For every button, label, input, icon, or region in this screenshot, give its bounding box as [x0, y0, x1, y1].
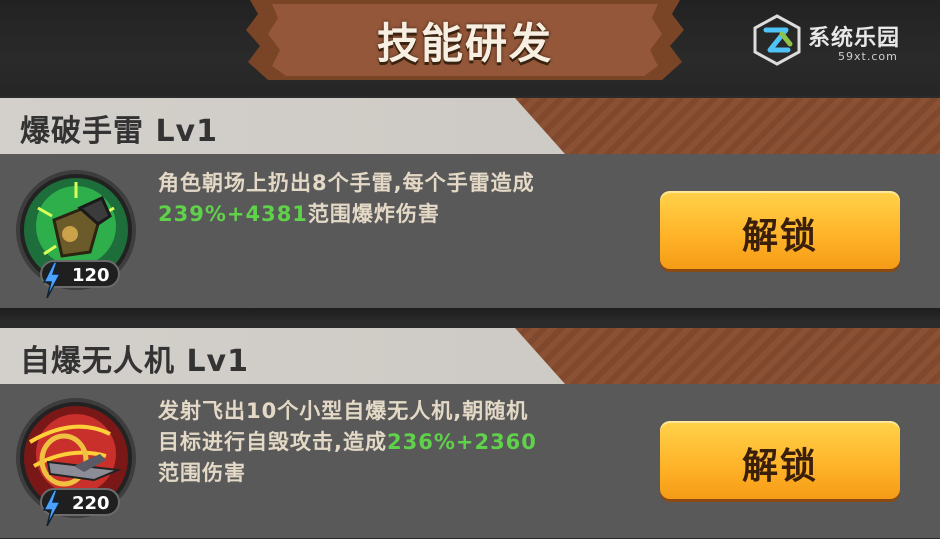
- card-divider: [0, 308, 940, 322]
- unlock-button-label: 解锁: [741, 446, 818, 487]
- damage-value: 236%+2360: [386, 430, 537, 454]
- lightning-bolt-icon: [42, 262, 62, 298]
- energy-cost-badge: 220: [40, 488, 120, 526]
- watermark-logo-icon: [753, 14, 801, 66]
- skill-description: 角色朝场上扔出8个手雷,每个手雷造成 239%+4381范围爆炸伤害: [158, 168, 538, 230]
- energy-cost: 120: [72, 265, 110, 286]
- skill-icon-slot[interactable]: 120: [14, 168, 138, 298]
- skill-card-header: 爆破手雷 Lv1: [0, 98, 940, 154]
- header-stripe: [515, 328, 940, 384]
- desc-text-end: 范围爆炸伤害: [307, 202, 440, 226]
- title-plate: 技能研发: [232, 0, 698, 80]
- skill-title: 自爆无人机 Lv1: [20, 344, 249, 379]
- skill-icon-slot[interactable]: 220: [14, 396, 138, 526]
- unlock-button-label: 解锁: [741, 216, 818, 257]
- lightning-bolt-icon: [42, 490, 62, 526]
- skill-card-header: 自爆无人机 Lv1: [0, 328, 940, 384]
- unlock-button[interactable]: 解锁: [660, 421, 900, 499]
- skill-description: 发射飞出10个小型自爆无人机,朝随机目标进行自毁攻击,造成236%+2360范围…: [158, 396, 538, 489]
- watermark-name: 系统乐园: [808, 26, 901, 51]
- desc-text-end: 范围伤害: [158, 461, 246, 485]
- watermark-url: 59xt.com: [838, 50, 898, 63]
- damage-value: 239%+4381: [158, 202, 308, 226]
- page-title: 技能研发: [376, 19, 553, 68]
- header-stripe: [515, 98, 940, 154]
- skill-title: 爆破手雷 Lv1: [20, 114, 218, 149]
- desc-text: 角色朝场上扔出8个手雷,每个手雷造成: [158, 171, 535, 195]
- watermark: 系统乐园 59xt.com: [752, 12, 932, 72]
- unlock-button[interactable]: 解锁: [660, 191, 900, 269]
- energy-cost-badge: 120: [40, 260, 120, 298]
- energy-cost: 220: [72, 493, 110, 514]
